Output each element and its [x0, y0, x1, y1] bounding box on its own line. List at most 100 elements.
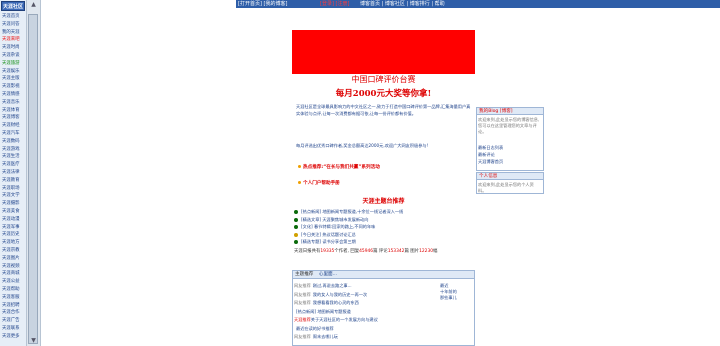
news-item-label[interactable]: [热点新闻] 地图新闻专题报道,十余位一线记者深入一线	[301, 209, 403, 214]
topic-row-tag: 网友推荐	[294, 334, 311, 339]
stats-line: 天涯日报共有19335个作者, 回复45946篇 评论153342篇 图片122…	[294, 249, 438, 254]
topic-row-link[interactable]: 我的女人与我的历史—再一次	[313, 292, 367, 297]
topic-recommend-header: 主题推荐 心里面...	[292, 270, 475, 279]
news-item[interactable]: [文化] 春节特辑:回家的路上,不同的年味	[294, 224, 474, 230]
sidebar-item[interactable]: 天涯问答	[2, 21, 26, 28]
news-item[interactable]: [热点新闻] 地图新闻专题报道,十余位一线记者深入一线	[294, 209, 474, 215]
my-blog-link[interactable]: 天涯博客首页	[478, 159, 542, 165]
sidebar-item[interactable]: 天涯联系	[2, 325, 26, 332]
topic-recommend-link[interactable]: 心里面...	[319, 272, 337, 277]
nav-home-links[interactable]: [打开首页] [我的博客]	[238, 0, 287, 8]
sidebar-item[interactable]: 天涯动漫	[2, 216, 26, 223]
sidebar-item[interactable]: 天涯招聘	[2, 302, 26, 309]
sidebar-item[interactable]: 天涯客服	[2, 294, 26, 301]
sidebar-item[interactable]: 我的天涯	[2, 29, 26, 36]
news-item-label[interactable]: [精选专题] 读书分享会第三期	[301, 239, 356, 244]
news-item[interactable]: [精选专题] 读书分享会第三期	[294, 239, 474, 245]
news-item-label[interactable]: [精选文章] 天涯聚焦城市发展新动向	[301, 217, 368, 222]
sidebar-item[interactable]: 天涯摄影	[2, 200, 26, 207]
topic-row-link[interactable]: 我想看看我的心灵的东西	[313, 300, 359, 305]
scroll-up-icon[interactable]: ▲	[29, 1, 38, 9]
promo-link-hot[interactable]: 热点推荐:“在长与我们共赢”系列活动	[298, 164, 380, 170]
sidebar-item[interactable]: 天涯法律	[2, 169, 26, 176]
promo-link-guide[interactable]: 个人门户帮助手册	[298, 180, 340, 186]
topic-row[interactable]: [热点新闻] 地图新闻专题报道	[294, 309, 434, 315]
topic-row[interactable]: 网友推荐 我的女人与我的历史—再一次	[294, 292, 434, 298]
sidebar-item[interactable]: 天涯娱乐	[2, 68, 26, 75]
topic-row[interactable]: 网友推荐 我想看看我的心灵的东西	[294, 300, 434, 306]
topic-row-tag: 网友推荐	[294, 300, 311, 305]
sidebar-item[interactable]: 天涯体育	[2, 107, 26, 114]
sidebar-item[interactable]: 天涯美食	[2, 208, 26, 215]
sidebar-item[interactable]: 天涯生活	[2, 153, 26, 160]
sidebar-item[interactable]: 天涯医疗	[2, 161, 26, 168]
sidebar-item[interactable]: 天涯旅游	[2, 60, 26, 67]
sidebar-item[interactable]: 天涯文学	[2, 192, 26, 199]
news-dot-icon	[294, 240, 298, 244]
intro-paragraph-2: 每月评选出优秀口碑作者,奖金总额高达2000元,欢迎广大网友积极参与!	[296, 143, 429, 148]
section-title: 天涯主题台推荐	[362, 198, 405, 205]
news-item-label[interactable]: [今日关注] 热议话题讨论汇总	[301, 232, 356, 237]
sidebar-item[interactable]: 天涯广告	[2, 317, 26, 324]
my-blog-link[interactable]: 最新日志列表	[478, 145, 542, 151]
topic-row-tag: 天涯推荐	[294, 317, 311, 322]
news-item[interactable]: [今日关注] 热议话题讨论汇总	[294, 232, 474, 238]
topic-side-note[interactable]: 最近 十年前的 那些事儿	[440, 283, 474, 307]
sidebar-item[interactable]: 天涯地方	[2, 239, 26, 246]
my-blog-header: 我的Blog [博客]	[476, 107, 544, 115]
sidebar-item[interactable]: 天涯帮助	[2, 286, 26, 293]
sidebar-item[interactable]: 天涯历史	[2, 231, 26, 238]
sidebar-scrollbar[interactable]: ▲ ▼	[26, 0, 41, 346]
nav-login-links[interactable]: [登录] [注册]	[320, 0, 349, 8]
sidebar-item[interactable]: 天涯游戏	[2, 146, 26, 153]
sidebar-item[interactable]: 天涯来吧	[2, 36, 26, 43]
scrollbar-thumb[interactable]	[28, 14, 38, 344]
topic-row-tag: 网友推荐	[294, 283, 311, 288]
topic-row-link[interactable]: 刚过,再说去路之事...	[313, 283, 352, 288]
topic-row[interactable]: 网友推荐 周末去哪儿玩	[294, 334, 434, 340]
sidebar-item[interactable]: 天涯汽车	[2, 130, 26, 137]
bullet-icon	[298, 165, 301, 168]
sidebar-item[interactable]: 天涯军事	[2, 224, 26, 231]
news-dot-icon	[294, 210, 298, 214]
top-nav-bar	[236, 0, 720, 8]
scroll-down-icon[interactable]: ▼	[29, 337, 38, 345]
sidebar-item[interactable]: 天涯宗教	[2, 247, 26, 254]
sidebar-item[interactable]: 天涯数码	[2, 138, 26, 145]
sidebar-item[interactable]: 天涯杂谈	[2, 52, 26, 59]
sidebar-item[interactable]: 天涯首页	[2, 13, 26, 20]
headline-subtitle: 每月2000元大奖等你拿!	[335, 89, 432, 99]
sidebar-item[interactable]: 天涯影视	[2, 83, 26, 90]
headline-title: 中国口碑评价台赛	[351, 75, 416, 84]
topic-row[interactable]: 天涯推荐关于天涯社区的一个发展方向与建议	[294, 317, 434, 323]
sidebar-item[interactable]: 天涯博客	[2, 114, 26, 121]
topic-row-link[interactable]: 关于天涯社区的一个发展方向与建议	[311, 317, 378, 322]
topic-row[interactable]: 网友推荐 刚过,再说去路之事...	[294, 283, 434, 289]
sidebar-item[interactable]: 天涯教育	[2, 177, 26, 184]
sidebar-item[interactable]: 天涯视频	[2, 263, 26, 270]
news-item[interactable]: [精选文章] 天涯聚焦城市发展新动向	[294, 217, 474, 223]
sidebar-item[interactable]: 天涯合作	[2, 309, 26, 316]
news-dot-icon	[294, 217, 298, 222]
sidebar-item[interactable]: 天涯情感	[2, 91, 26, 98]
sidebar-item[interactable]: 天涯职场	[2, 185, 26, 192]
topic-recommend-label: 主题推荐	[295, 272, 314, 277]
sidebar-item[interactable]: 天涯主版	[2, 75, 26, 82]
topic-row-link[interactable]: 最近在读的好书推荐	[296, 326, 334, 331]
sidebar-item[interactable]: 天涯商城	[2, 270, 26, 277]
my-blog-link[interactable]: 最新评论	[478, 152, 542, 158]
topic-row[interactable]: 最近在读的好书推荐	[294, 326, 434, 332]
topic-row-link[interactable]: 周末去哪儿玩	[313, 334, 338, 339]
red-banner[interactable]	[292, 30, 475, 74]
nav-site-links[interactable]: 博客首页 | 博客社区 | 博客排行 | 帮助	[360, 0, 445, 8]
intro-paragraph-1: 天涯社区是全球最具影响力的中文社区之一,致力于打造中国口碑评价第一品牌,汇集海量…	[296, 104, 471, 116]
sidebar-item[interactable]: 天涯更多	[2, 333, 26, 340]
sidebar-item[interactable]: 天涯图片	[2, 255, 26, 262]
news-item-label[interactable]: [文化] 春节特辑:回家的路上,不同的年味	[301, 224, 375, 229]
sidebar-item[interactable]: 天涯音乐	[2, 99, 26, 106]
sidebar-item[interactable]: 天涯财经	[2, 122, 26, 129]
site-logo[interactable]: 天涯社区	[1, 1, 25, 11]
sidebar-item[interactable]: 天涯公益	[2, 278, 26, 285]
topic-row-link[interactable]: [热点新闻] 地图新闻专题报道	[296, 309, 351, 314]
sidebar-item[interactable]: 天涯时尚	[2, 44, 26, 51]
